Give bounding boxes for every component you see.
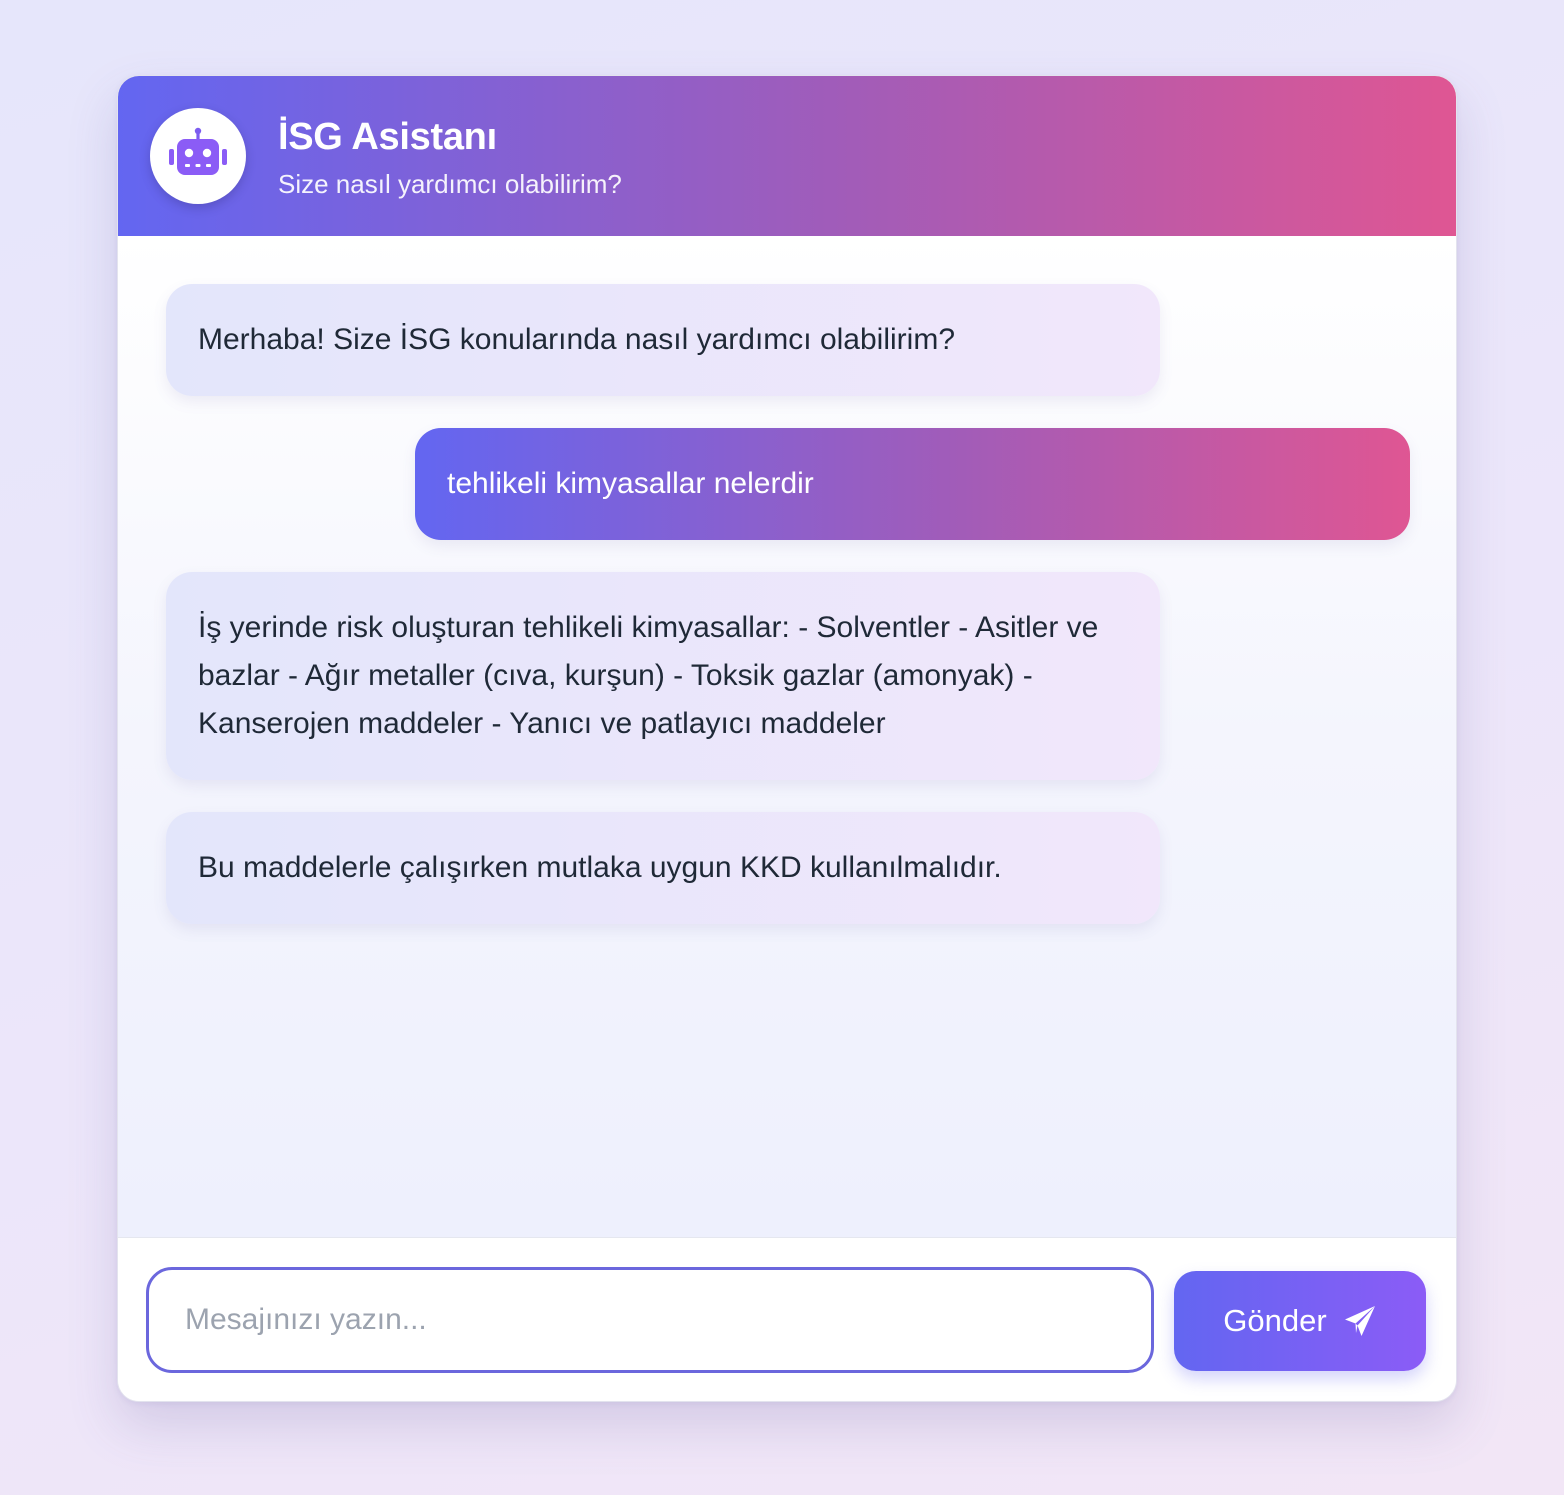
bot-message: Bu maddelerle çalışırken mutlaka uygun K… [166, 812, 1160, 924]
message-text: İş yerinde risk oluşturan tehlikeli kimy… [198, 611, 1099, 740]
bot-message: Merhaba! Size İSG konularında nasıl yard… [166, 284, 1160, 396]
chat-window: İSG Asistanı Size nasıl yardımcı olabili… [117, 75, 1457, 1402]
bot-message: İş yerinde risk oluşturan tehlikeli kimy… [166, 572, 1160, 780]
user-message: tehlikeli kimyasallar nelerdir [415, 428, 1410, 540]
assistant-avatar [150, 108, 246, 204]
robot-icon [167, 126, 229, 187]
chat-title: İSG Asistanı [278, 116, 497, 158]
message-input[interactable] [146, 1267, 1154, 1373]
send-button-label: Gönder [1223, 1303, 1327, 1338]
send-button[interactable]: Gönder [1174, 1271, 1426, 1371]
message-text: Merhaba! Size İSG konularında nasıl yard… [198, 323, 956, 356]
input-bar: Gönder [118, 1237, 1456, 1401]
message-text: tehlikeli kimyasallar nelerdir [447, 467, 814, 500]
message-text: Bu maddelerle çalışırken mutlaka uygun K… [198, 851, 1002, 884]
paper-plane-icon [1343, 1304, 1377, 1338]
message-list[interactable]: Merhaba! Size İSG konularında nasıl yard… [118, 236, 1456, 1238]
chat-subtitle: Size nasıl yardımcı olabilirim? [278, 169, 622, 199]
chat-header: İSG Asistanı Size nasıl yardımcı olabili… [118, 76, 1456, 236]
